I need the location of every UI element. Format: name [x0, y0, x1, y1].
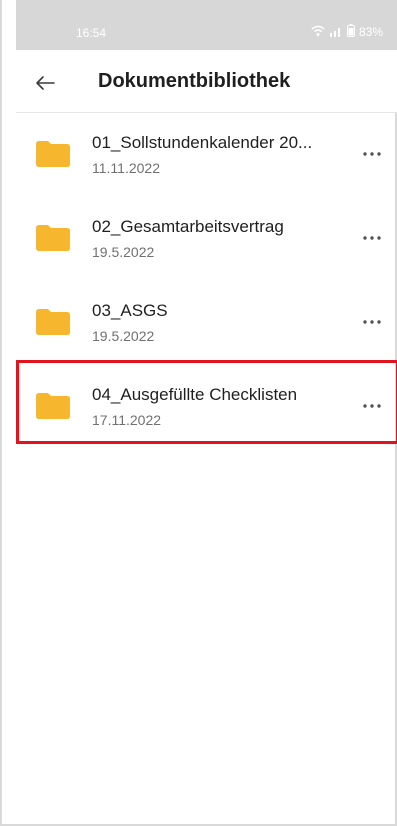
document-title: 02_Gesamtarbeitsvertrag — [92, 217, 284, 236]
document-title: 04_Ausgefüllte Checklisten — [92, 385, 298, 404]
document-title: 03_ASGS — [92, 301, 168, 320]
battery-percent: 83% — [358, 25, 383, 39]
more-button[interactable] — [357, 395, 387, 417]
folder-icon — [36, 141, 70, 167]
folder-icon — [36, 393, 70, 419]
more-button[interactable] — [357, 227, 387, 249]
list-item[interactable]: 04_Ausgefüllte Checklisten 17.11.2022 — [2, 365, 397, 449]
more-horizontal-icon — [363, 236, 381, 240]
status-time: 16:54 — [76, 26, 107, 40]
list-item[interactable]: 01_Sollstundenkalender 20... 11.11.2022 — [2, 113, 397, 197]
page-title: Dokumentbibliothek — [98, 70, 291, 92]
document-date: 11.11.2022 — [92, 160, 160, 176]
document-title: 01_Sollstundenkalender 20... — [92, 133, 313, 152]
signal-icon — [329, 25, 343, 40]
document-list: 01_Sollstundenkalender 20... 11.11.2022 … — [2, 113, 397, 449]
more-horizontal-icon — [363, 404, 381, 408]
list-item[interactable]: 02_Gesamtarbeitsvertrag 19.5.2022 — [2, 197, 397, 281]
back-button[interactable] — [30, 68, 60, 98]
more-button[interactable] — [357, 311, 387, 333]
more-button[interactable] — [357, 143, 387, 165]
status-icons: 83% — [311, 24, 383, 40]
more-horizontal-icon — [363, 320, 381, 324]
battery-icon — [346, 24, 355, 40]
document-date: 17.11.2022 — [92, 412, 162, 428]
app-bar: Dokumentbibliothek — [2, 50, 397, 112]
folder-icon — [36, 225, 70, 251]
folder-icon — [36, 309, 70, 335]
document-date: 19.5.2022 — [92, 244, 155, 260]
list-item[interactable]: 03_ASGS 19.5.2022 — [2, 281, 397, 365]
phone-frame: 16:54 83% Dokumentbibliothek 01_Sollstun… — [0, 0, 397, 826]
more-horizontal-icon — [363, 152, 381, 156]
wifi-icon — [311, 25, 325, 40]
arrow-left-icon — [36, 76, 55, 90]
document-date: 19.5.2022 — [92, 328, 155, 344]
status-bar: 16:54 83% — [16, 0, 397, 50]
